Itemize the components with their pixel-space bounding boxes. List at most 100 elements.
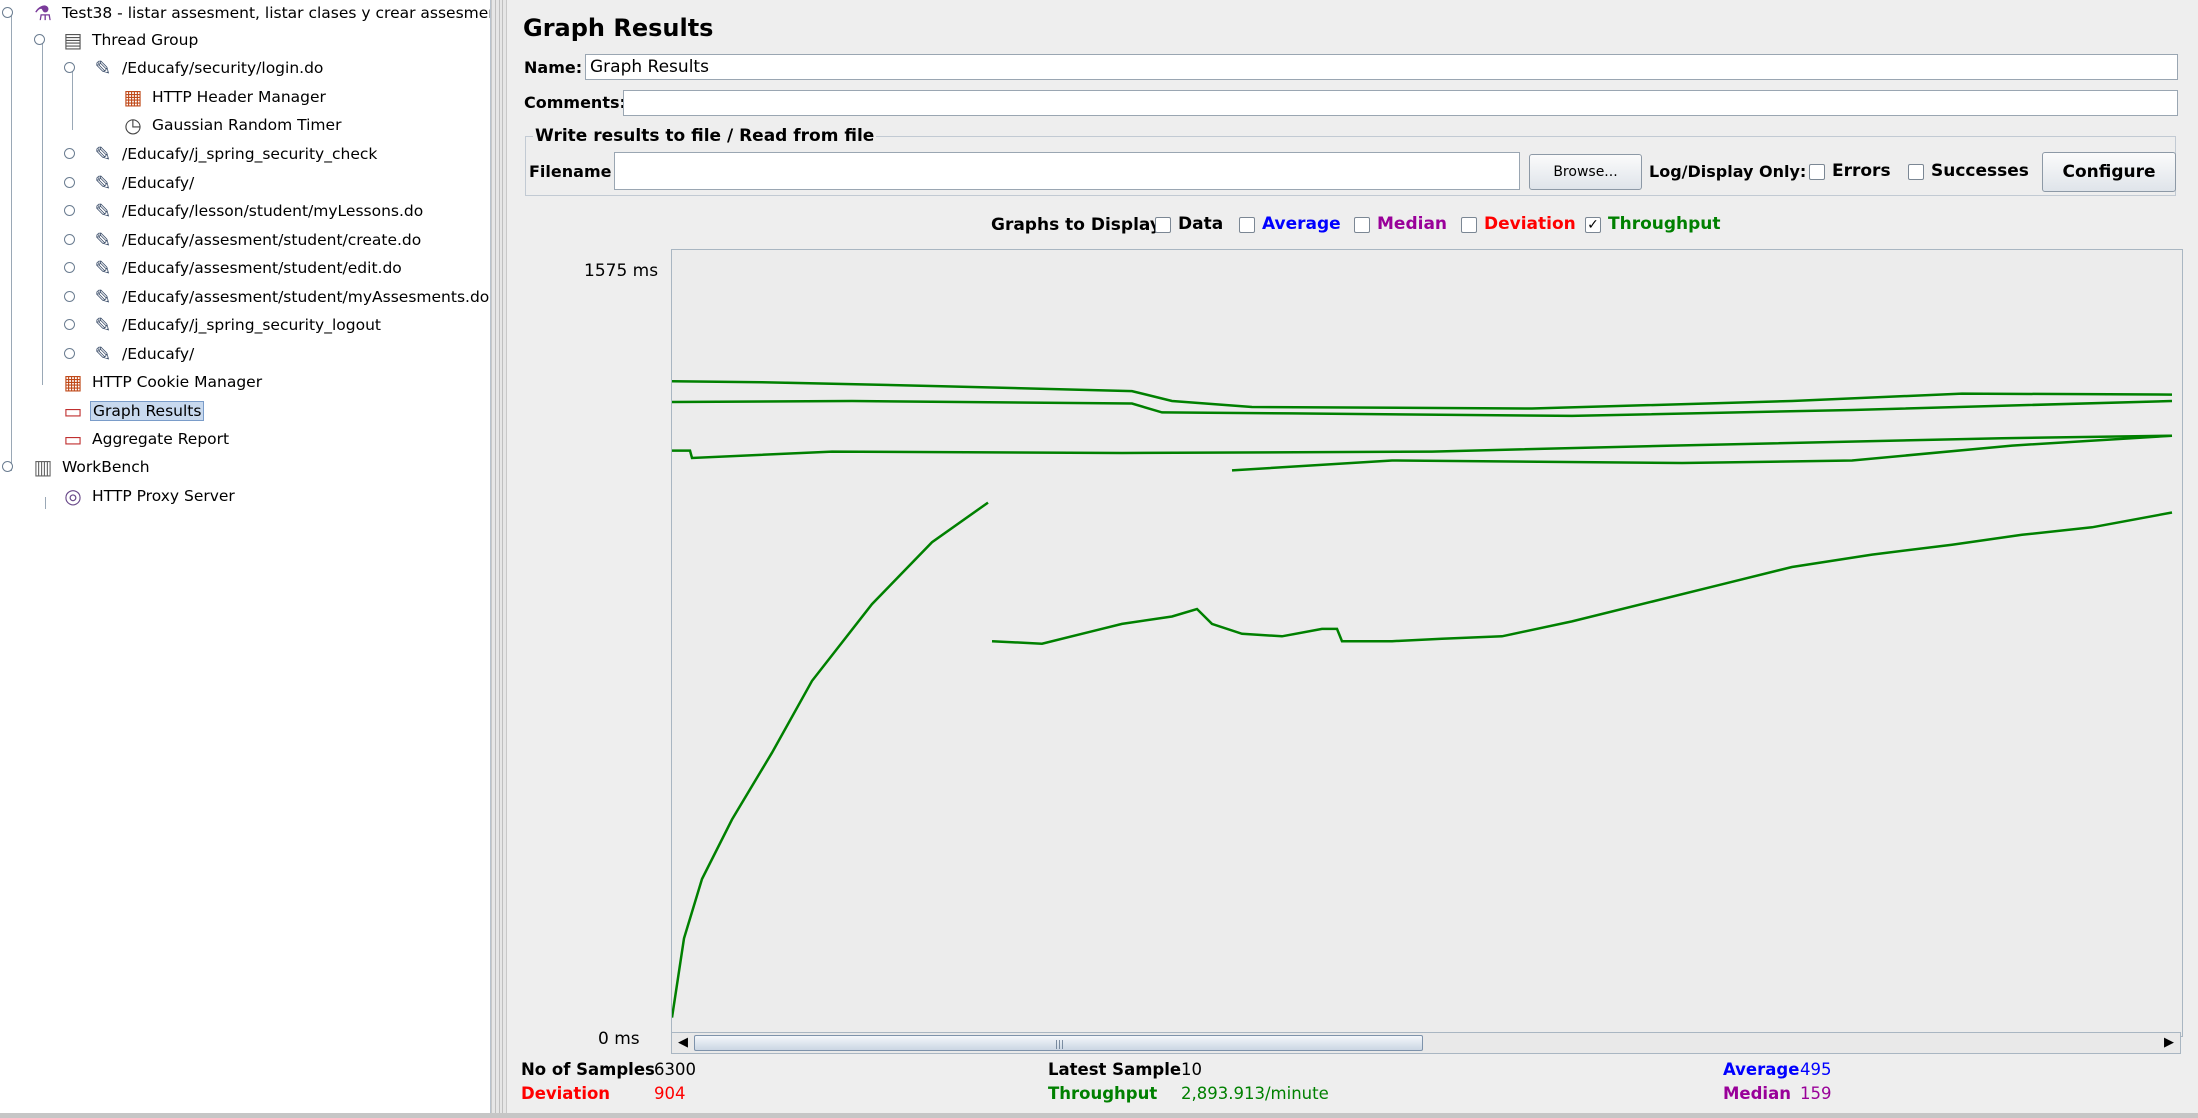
- http-sampler-pipette-icon: ✎: [94, 56, 112, 80]
- graph-canvas: [670, 249, 2183, 1037]
- errors-checkbox[interactable]: [1809, 164, 1825, 180]
- throughput-series-line-1: [671, 379, 2173, 410]
- tree-item[interactable]: ◎ HTTP Proxy Server: [60, 483, 237, 509]
- filename-input[interactable]: [614, 152, 1520, 190]
- average-option-label: Average: [1262, 214, 1341, 234]
- http-sampler-pipette-icon: ✎: [94, 342, 112, 366]
- median-checkbox[interactable]: [1354, 217, 1370, 233]
- throughput-option-label: Throughput: [1608, 214, 1721, 234]
- throughput-series-line-3: [672, 434, 2173, 460]
- tree-item-label: Thread Group: [92, 31, 199, 49]
- http-sampler-pipette-icon: ✎: [94, 313, 112, 337]
- tree-expand-toggle-icon[interactable]: [2, 7, 13, 18]
- graph-listener-icon: ▭: [63, 399, 83, 423]
- window-bottom-edge: [0, 1113, 2198, 1118]
- data-checkbox[interactable]: [1155, 217, 1171, 233]
- tree-item-label: Graph Results: [90, 401, 205, 421]
- median-stat-value: 159: [1800, 1084, 1832, 1103]
- page-title: Graph Results: [523, 14, 714, 42]
- throughput-stat-value: 2,893.913/minute: [1181, 1084, 1329, 1103]
- tree-item-label: WorkBench: [62, 458, 150, 476]
- deviation-option-label: Deviation: [1484, 214, 1576, 234]
- tree-item[interactable]: ▥ WorkBench: [30, 454, 152, 480]
- tree-item[interactable]: ◷ Gaussian Random Timer: [120, 112, 343, 138]
- tree-expand-toggle-icon[interactable]: [64, 148, 75, 159]
- tree-expand-toggle-icon[interactable]: [34, 34, 45, 45]
- http-sampler-pipette-icon: ✎: [94, 228, 112, 252]
- split-pane-divider[interactable]: [491, 0, 507, 1113]
- tree-item-label: /Educafy/assesment/student/edit.do: [122, 259, 402, 277]
- tree-item[interactable]: ✎ /Educafy/assesment/student/edit.do: [90, 255, 404, 281]
- tree-item-label: /Educafy/security/login.do: [122, 59, 324, 77]
- deviation-stat-value: 904: [654, 1084, 686, 1103]
- tree-item[interactable]: ✎ /Educafy/: [90, 341, 196, 367]
- tree-item-label: Aggregate Report: [92, 430, 230, 448]
- tree-item-label: HTTP Proxy Server: [92, 487, 235, 505]
- average-checkbox[interactable]: [1239, 217, 1255, 233]
- tree-item[interactable]: ✎ /Educafy/: [90, 170, 196, 196]
- throughput-series-line-6: [991, 511, 2173, 645]
- y-axis-top-label: 1575 ms: [584, 261, 659, 281]
- log-display-only-label: Log/Display Only:: [1649, 162, 1807, 181]
- proxy-server-icon: ◎: [64, 484, 82, 508]
- tree-item[interactable]: ✎ /Educafy/assesment/student/myAssesments…: [90, 284, 490, 310]
- tree-expand-toggle-icon[interactable]: [64, 177, 75, 188]
- tree-item[interactable]: ⚗ Test38 - listar assesment, listar clase…: [30, 0, 491, 26]
- graphs-to-display-label: Graphs to Display: [991, 215, 1161, 235]
- scroll-right-arrow-icon[interactable]: ▶: [2160, 1035, 2178, 1051]
- tree-item[interactable]: ▦ HTTP Header Manager: [120, 84, 328, 110]
- throughput-stat-label: Throughput: [1048, 1084, 1158, 1103]
- tree-expand-toggle-icon[interactable]: [64, 205, 75, 216]
- tree-item[interactable]: ▭ Graph Results: [60, 398, 205, 424]
- configure-button[interactable]: Configure: [2042, 152, 2176, 192]
- tree-expand-toggle-icon[interactable]: [2, 461, 13, 472]
- comments-field[interactable]: [623, 90, 2178, 116]
- tree-item[interactable]: ✎ /Educafy/j_spring_security_logout: [90, 312, 383, 338]
- test-plan-tree[interactable]: ⚗ Test38 - listar assesment, listar clase…: [0, 0, 491, 1113]
- tree-expand-toggle-icon[interactable]: [64, 319, 75, 330]
- throughput-checkbox[interactable]: ✓: [1585, 217, 1601, 233]
- tree-item[interactable]: ✎ /Educafy/lesson/student/myLessons.do: [90, 198, 425, 224]
- tree-item[interactable]: ▤ Thread Group: [60, 27, 200, 53]
- tree-item-label: /Educafy/: [122, 174, 195, 192]
- tree-item[interactable]: ✎ /Educafy/j_spring_security_check: [90, 141, 379, 167]
- no-of-samples-label: No of Samples: [521, 1060, 655, 1079]
- http-sampler-pipette-icon: ✎: [94, 142, 112, 166]
- tree-item-label: /Educafy/assesment/student/create.do: [122, 231, 422, 249]
- median-option-label: Median: [1377, 214, 1448, 234]
- tree-expand-toggle-icon[interactable]: [64, 262, 75, 273]
- tree-item-label: /Educafy/j_spring_security_logout: [122, 316, 381, 334]
- test-plan-flask-icon: ⚗: [34, 1, 52, 25]
- grip-icon: |||: [1055, 1040, 1065, 1050]
- cookie-manager-icon: ▦: [63, 370, 83, 394]
- tree-expand-toggle-icon[interactable]: [64, 234, 75, 245]
- thread-group-spool-icon: ▤: [63, 28, 83, 52]
- latest-sample-value: 10: [1181, 1060, 1202, 1079]
- file-section-title: Write results to file / Read from file: [533, 126, 877, 146]
- http-sampler-pipette-icon: ✎: [94, 171, 112, 195]
- errors-label: Errors: [1832, 161, 1891, 181]
- graph-horizontal-scrollbar[interactable]: ◀ ||| ▶: [671, 1032, 2181, 1054]
- scroll-left-arrow-icon[interactable]: ◀: [674, 1035, 692, 1051]
- tree-item[interactable]: ▦ HTTP Cookie Manager: [60, 369, 264, 395]
- tree-item[interactable]: ✎ /Educafy/assesment/student/create.do: [90, 227, 423, 253]
- tree-item[interactable]: ▭ Aggregate Report: [60, 426, 231, 452]
- average-stat-value: 495: [1800, 1060, 1832, 1079]
- successes-checkbox[interactable]: [1908, 164, 1924, 180]
- name-field[interactable]: Graph Results: [585, 54, 2178, 80]
- tree-expand-toggle-icon[interactable]: [64, 348, 75, 359]
- deviation-checkbox[interactable]: [1461, 217, 1477, 233]
- data-option-label: Data: [1178, 214, 1224, 234]
- throughput-series-line-5: [670, 501, 989, 1018]
- tree-expand-toggle-icon[interactable]: [64, 291, 75, 302]
- scroll-thumb[interactable]: |||: [694, 1035, 1423, 1051]
- browse-button[interactable]: Browse...: [1529, 154, 1642, 190]
- tree-item[interactable]: ✎ /Educafy/security/login.do: [90, 55, 325, 81]
- tree-item-label: Test38 - listar assesment, listar clases…: [62, 4, 491, 22]
- tree-expand-toggle-icon[interactable]: [64, 62, 75, 73]
- y-axis-bottom-label: 0 ms: [598, 1029, 640, 1049]
- tree-item-label: /Educafy/j_spring_security_check: [122, 145, 378, 163]
- tree-item-label: /Educafy/: [122, 345, 195, 363]
- report-listener-icon: ▭: [63, 427, 83, 451]
- http-sampler-pipette-icon: ✎: [94, 199, 112, 223]
